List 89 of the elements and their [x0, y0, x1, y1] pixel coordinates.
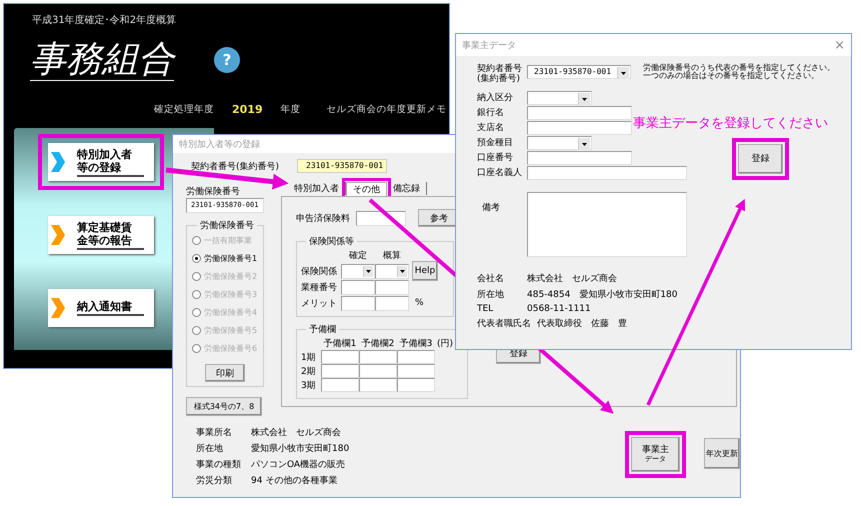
info-label: 事業所名: [196, 426, 233, 440]
remarks-label: 備考: [481, 202, 501, 214]
insurance-number-label: 労働保険番号: [186, 186, 241, 198]
input-field[interactable]: [527, 106, 632, 120]
menu-button[interactable]: 特別加入者 等の登録: [48, 143, 154, 182]
tab[interactable]: 備忘録: [387, 182, 427, 195]
contract-dropdown[interactable]: 23101-935870-001: [527, 65, 631, 79]
unit-label: (円): [436, 338, 454, 350]
field-label: 口座番号: [477, 152, 514, 164]
register-button[interactable]: 登録: [738, 144, 783, 174]
input-field[interactable]: [359, 350, 397, 364]
group-title: 保険関係等: [308, 236, 355, 248]
input-field[interactable]: [341, 280, 375, 294]
info-value: パソコンOA機器の販売: [251, 458, 346, 472]
info-label: 事業の種類: [196, 458, 242, 472]
input-field[interactable]: [359, 364, 397, 378]
dropdown-field[interactable]: [341, 264, 375, 278]
contract-label: 契約者番号 (集約番号): [477, 64, 523, 85]
column-header: 予備欄2: [360, 338, 396, 350]
field-label: 銀行名: [477, 106, 505, 120]
input-field[interactable]: [397, 378, 435, 392]
input-field[interactable]: [321, 378, 359, 392]
row-label: 2期: [301, 366, 317, 378]
info-value: 代表取締役 佐藤 豊: [537, 318, 627, 330]
group-title: 労働保険番号: [199, 220, 255, 232]
row-label: 業種番号: [301, 282, 338, 294]
info-label: 所在地: [196, 442, 224, 456]
field-label: 納入区分: [477, 92, 514, 104]
remarks-field[interactable]: [527, 192, 687, 257]
row-label: メリット: [301, 298, 338, 310]
info-label: 所在地: [477, 288, 505, 301]
column-header: 確定: [348, 250, 368, 262]
info-value: 485-4854 愛知県小牧市安田町180: [527, 288, 678, 301]
instruction-text: 労働保険番号のうち代表の番号を指定してください。 一つのみの場合はその番号を指定してください。: [643, 64, 835, 81]
dialog-title: 特別加入者等の登録: [179, 138, 260, 150]
app-title: 事務組合: [30, 39, 174, 82]
field-label: 支店名: [477, 122, 505, 134]
input-field[interactable]: [527, 120, 632, 135]
column-header: 予備欄3: [398, 338, 434, 350]
menu-button[interactable]: 納入通知書: [48, 289, 154, 328]
print-button[interactable]: 印刷: [205, 364, 245, 382]
form-button[interactable]: 様式34号の7、8: [186, 397, 262, 416]
dialog-title: 事業主データ: [462, 40, 516, 52]
info-label: 会社名: [477, 272, 505, 285]
input-field[interactable]: [321, 364, 359, 378]
column-header: 予備欄1: [322, 338, 358, 350]
input-field[interactable]: [397, 350, 435, 364]
input-field[interactable]: [375, 296, 409, 310]
dropdown-field[interactable]: [375, 264, 409, 278]
memo-link[interactable]: セルズ商会の年度更新メモ: [326, 103, 447, 116]
input-field[interactable]: [359, 378, 397, 392]
declared-premium-label: 申告済保険料: [296, 212, 350, 224]
info-label: 代表者職氏名: [477, 318, 531, 330]
close-button[interactable]: ×: [834, 38, 845, 52]
dropdown-field[interactable]: [527, 90, 592, 105]
row-label: 3期: [301, 380, 317, 392]
year-label: 確定処理年度: [154, 103, 214, 116]
callout-text: 事業主データを登録してください: [633, 114, 828, 132]
contract-label: 契約者番号(集約番号): [191, 160, 280, 172]
radio-icon[interactable]: [192, 254, 201, 263]
menu-button[interactable]: 算定基礎賃 金等の報告: [48, 216, 154, 254]
field-label: 預金種目: [477, 136, 514, 150]
info-value: 0568-11-1111: [527, 304, 591, 314]
column-header: 概算: [382, 250, 402, 262]
contract-field: 23101-935870-001: [297, 159, 388, 173]
annual-update-button[interactable]: 年次更新: [704, 438, 740, 469]
period-subtitle: 平成31年度確定･令和2年度概算: [32, 14, 176, 27]
row-label: 保険関係: [301, 266, 338, 278]
row-label: 1期: [301, 352, 317, 364]
input-field[interactable]: [341, 296, 375, 310]
info-value: 株式会社 セルズ商会: [527, 272, 617, 285]
radio-option[interactable]: 労働保険番号1: [192, 252, 258, 265]
help-button[interactable]: Help: [412, 261, 438, 281]
dropdown-field[interactable]: [527, 136, 592, 150]
info-value: 94 その他の各種事業: [251, 474, 338, 488]
field-label: 口座名義人: [477, 166, 523, 180]
input-field[interactable]: [321, 350, 359, 364]
input-field[interactable]: [527, 166, 687, 180]
info-label: TEL: [477, 304, 494, 314]
group-title: 予備欄: [308, 324, 337, 336]
input-field[interactable]: [527, 150, 632, 165]
info-label: 労災分類: [196, 474, 233, 488]
info-value: 愛知県小牧市安田町180: [251, 442, 350, 456]
unit-label: %: [414, 298, 425, 308]
input-field[interactable]: [375, 280, 409, 294]
info-value: 株式会社 セルズ商会: [251, 426, 342, 440]
input-field[interactable]: [397, 364, 435, 378]
year-value: 2019: [232, 103, 263, 116]
year-unit: 年度: [280, 103, 301, 116]
